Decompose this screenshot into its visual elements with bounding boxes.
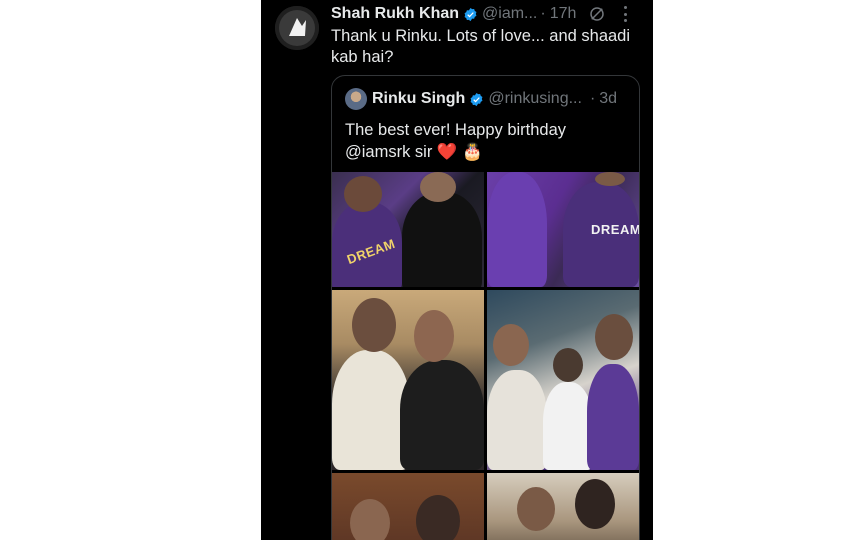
quoted-tweet-card[interactable]: Rinku Singh @rinkusing... · 3d The best … <box>331 75 640 540</box>
separator-dot: · <box>589 90 596 107</box>
quoted-author-avatar[interactable] <box>345 88 367 110</box>
media-photo-4[interactable] <box>487 290 639 470</box>
media-grid: DREAM DREAM <box>332 172 639 540</box>
quoted-author-name[interactable]: Rinku Singh <box>372 90 465 108</box>
author-handle[interactable]: @iam... <box>482 5 537 23</box>
media-photo-1[interactable]: DREAM <box>332 172 484 287</box>
tweet-header: Shah Rukh Khan @iam... · 17h <box>331 4 643 24</box>
cake-emoji: 🎂 <box>462 143 483 161</box>
author-name[interactable]: Shah Rukh Khan <box>331 5 459 23</box>
author-avatar[interactable] <box>275 6 319 50</box>
tweet-text: Thank u Rinku. Lots of love... and shaad… <box>331 27 631 66</box>
quoted-tweet-time[interactable]: 3d <box>599 90 617 108</box>
media-photo-2[interactable]: DREAM <box>487 172 639 287</box>
quoted-tweet-text: The best ever! Happy birthday @iamsrk si… <box>345 119 625 163</box>
tweet-panel: Shah Rukh Khan @iam... · 17h Thank u Rin… <box>261 0 653 540</box>
media-photo-3[interactable] <box>332 290 484 470</box>
jersey-label: DREAM <box>591 222 639 237</box>
tweet-time[interactable]: 17h <box>550 5 577 23</box>
heart-emoji: ❤️ <box>436 143 458 161</box>
media-photo-5[interactable] <box>332 473 484 540</box>
media-photo-6[interactable] <box>487 473 639 540</box>
separator-dot: · <box>540 5 546 22</box>
author-avatar-image <box>275 6 319 50</box>
verified-badge-icon <box>470 92 483 106</box>
quoted-author-handle[interactable]: @rinkusing... <box>488 90 582 108</box>
more-icon[interactable] <box>624 6 628 22</box>
verified-badge-icon <box>464 7 477 21</box>
grok-icon[interactable] <box>588 5 606 23</box>
quoted-tweet-header: Rinku Singh @rinkusing... · 3d <box>345 88 627 110</box>
